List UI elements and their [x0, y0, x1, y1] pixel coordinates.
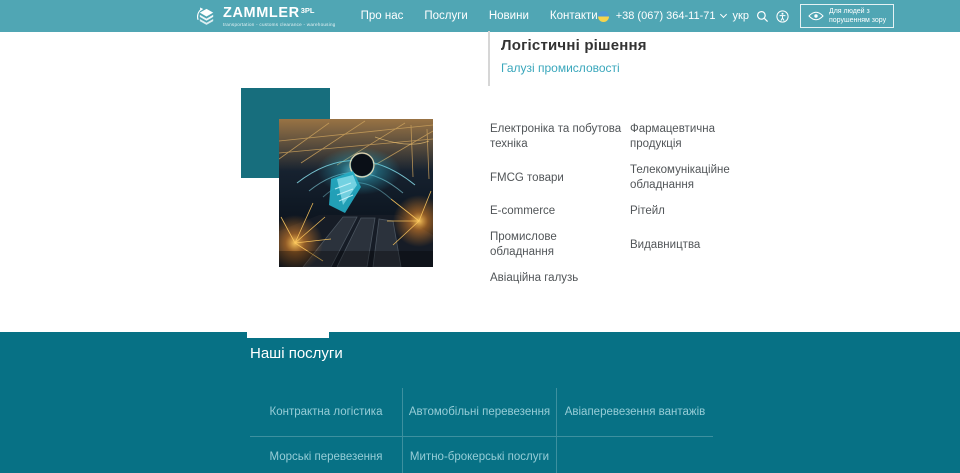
service-cell: Автомобільні перевезення — [403, 388, 557, 437]
eye-icon — [808, 11, 824, 21]
industry-link-retail[interactable]: Рітейл — [630, 204, 752, 219]
industry-link-telecom[interactable]: Телекомунікаційне обладнання — [630, 163, 752, 193]
phone-number: +38 (067) 364-11-71 — [616, 10, 716, 22]
services-section-title: Наші послуги — [250, 345, 343, 362]
page-title: Логістичні рішення — [501, 37, 647, 54]
logo-3pl-superscript: 3PL — [301, 6, 315, 15]
language-switcher[interactable]: укр — [733, 10, 749, 22]
nav-item-contacts[interactable]: Контакти — [550, 10, 598, 22]
nav-item-about[interactable]: Про нас — [361, 10, 404, 22]
services-grid: Контрактна логістика Автомобільні переве… — [250, 388, 713, 473]
industry-link-electronics[interactable]: Електроніка та побутова техніка — [490, 122, 622, 152]
service-link-customs-broker[interactable]: Митно-брокерські послуги — [410, 451, 549, 463]
service-link-sea-transport[interactable]: Морські перевезення — [269, 451, 382, 463]
logo-brand-name: ZAMMLER — [223, 5, 300, 21]
service-link-road-transport[interactable]: Автомобільні перевезення — [409, 406, 550, 418]
search-button[interactable] — [756, 10, 769, 23]
industry-link-fmcg[interactable]: FMCG товари — [490, 171, 622, 186]
industry-link-pharma[interactable]: Фармацевтична продукція — [630, 122, 752, 152]
service-cell-empty — [557, 437, 713, 473]
nav-item-services[interactable]: Послуги — [424, 10, 468, 22]
service-cell: Контрактна логістика — [250, 388, 403, 437]
accessibility-icon — [776, 10, 789, 23]
zammler-logo[interactable]: ZAMMLER3PL transportation - customs clea… — [196, 5, 336, 28]
service-link-air-freight[interactable]: Авіаперевезення вантажів — [565, 406, 706, 418]
header-right-group: +38 (067) 364-11-71 укр — [598, 4, 894, 29]
search-icon — [756, 10, 769, 23]
zammler-logo-icon — [196, 6, 217, 27]
industries-link-list: Електроніка та побутова техніка Фармацев… — [490, 122, 752, 286]
accessibility-button[interactable] — [776, 10, 789, 23]
services-section: Наші послуги Контрактна логістика Автомо… — [0, 332, 960, 473]
logo-tagline: transportation - customs clearance - war… — [223, 23, 336, 28]
main-navigation: Про нас Послуги Новини Контакти — [361, 10, 598, 22]
industries-section-link[interactable]: Галузі промисловості — [501, 61, 620, 75]
warehouse-lightpainting-photo — [279, 119, 433, 267]
page-heading-block: Логістичні рішення Галузі промисловості — [488, 31, 647, 86]
service-cell: Митно-брокерські послуги — [403, 437, 557, 473]
white-notch-decoration — [247, 332, 329, 338]
ukraine-flag-icon — [598, 11, 609, 22]
vision-impaired-mode-button[interactable]: Для людей з порушенням зору — [800, 4, 894, 29]
logo-text: ZAMMLER3PL transportation - customs clea… — [223, 5, 336, 28]
industry-link-ecommerce[interactable]: E-commerce — [490, 204, 622, 219]
industry-link-industrial[interactable]: Промислове обладнання — [490, 230, 622, 260]
zammler-page: ZAMMLER3PL transportation - customs clea… — [0, 0, 960, 473]
service-link-contract-logistics[interactable]: Контрактна логістика — [270, 406, 383, 418]
chevron-down-icon — [719, 11, 726, 18]
vision-button-label: Для людей з порушенням зору — [829, 7, 886, 26]
top-header-bar: ZAMMLER3PL transportation - customs clea… — [0, 0, 960, 32]
industry-link-publishing[interactable]: Видавництва — [630, 238, 752, 253]
service-cell: Морські перевезення — [250, 437, 403, 473]
nav-item-news[interactable]: Новини — [489, 10, 529, 22]
service-cell: Авіаперевезення вантажів — [557, 388, 713, 437]
industry-link-aviation[interactable]: Авіаційна галузь — [490, 271, 622, 286]
phone-dropdown[interactable]: +38 (067) 364-11-71 — [616, 10, 726, 22]
